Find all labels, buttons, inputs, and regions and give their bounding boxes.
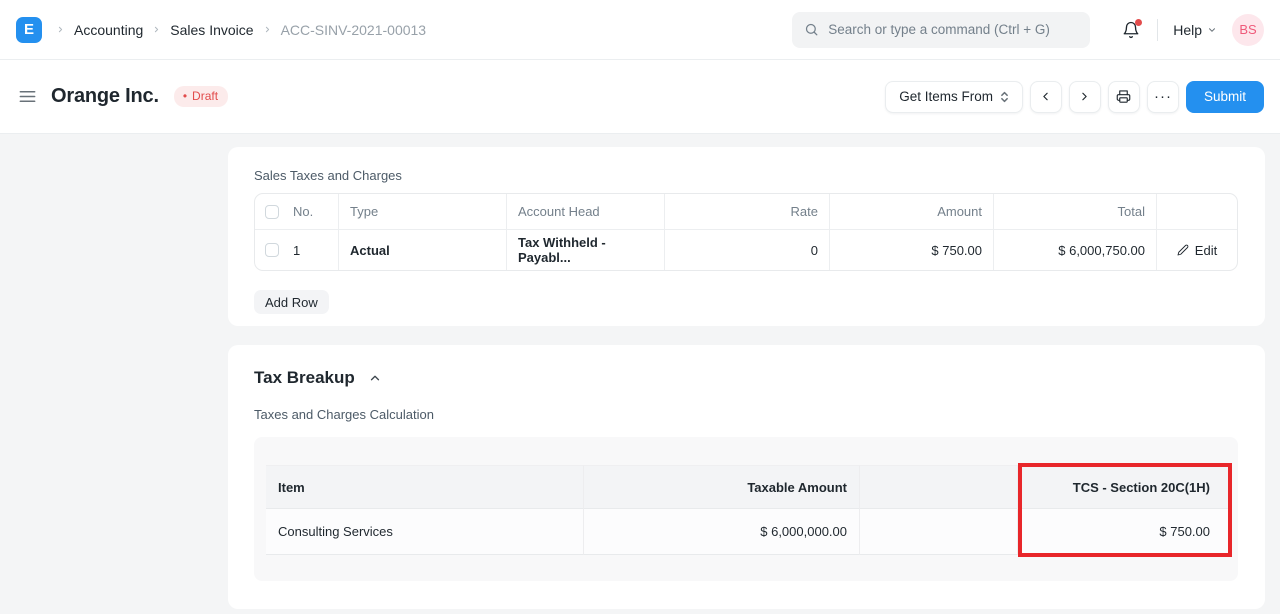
printer-icon — [1116, 89, 1131, 104]
chevron-left-icon — [1039, 90, 1052, 103]
col-no-label: No. — [293, 204, 313, 219]
sales-taxes-card: Sales Taxes and Charges No. Type Account… — [228, 147, 1265, 326]
chevron-right-icon — [1078, 90, 1091, 103]
sales-taxes-label: Sales Taxes and Charges — [254, 168, 1238, 183]
breadcrumb-current-doc: ACC-SINV-2021-00013 — [281, 22, 427, 38]
breakup-row-taxable-amount: $ 6,000,000.00 — [584, 509, 860, 555]
breadcrumb: Accounting Sales Invoice ACC-SINV-2021-0… — [56, 22, 426, 38]
submit-button[interactable]: Submit — [1186, 81, 1264, 113]
help-menu[interactable]: Help — [1173, 22, 1217, 38]
breakup-col-empty — [860, 465, 1018, 509]
col-total: Total — [994, 194, 1157, 230]
select-all-checkbox[interactable] — [265, 205, 279, 219]
tax-row-type[interactable]: Actual — [339, 230, 507, 270]
search-icon — [804, 22, 819, 37]
page-actions: Get Items From ··· Submit — [885, 81, 1264, 113]
search-input[interactable] — [828, 22, 1078, 37]
col-account-head: Account Head — [507, 194, 665, 230]
print-button[interactable] — [1108, 81, 1140, 113]
tax-row-account-head[interactable]: Tax Withheld - Payabl... — [507, 230, 665, 270]
page-title: Orange Inc. — [51, 85, 159, 108]
tax-breakup-title: Tax Breakup — [254, 368, 355, 388]
help-label: Help — [1173, 22, 1202, 38]
chevron-down-icon — [1207, 25, 1217, 35]
navbar-divider — [1157, 19, 1158, 41]
user-avatar[interactable]: BS — [1232, 14, 1264, 46]
page-header: Orange Inc. • Draft Get Items From — [0, 60, 1280, 134]
tax-breakup-header[interactable]: Tax Breakup — [254, 368, 1238, 388]
col-rate: Rate — [665, 194, 830, 230]
sales-taxes-table: No. Type Account Head Rate Amount Total … — [254, 193, 1238, 271]
col-edit-spacer — [1157, 194, 1237, 230]
chevron-up-icon — [368, 371, 382, 385]
tax-breakup-table-container: Item Taxable Amount TCS - Section 20C(1H… — [254, 437, 1238, 581]
chevron-right-icon — [56, 25, 65, 34]
breakup-col-taxable-amount: Taxable Amount — [584, 465, 860, 509]
tax-breakup-subtitle: Taxes and Charges Calculation — [254, 407, 1238, 422]
status-label: Draft — [192, 89, 218, 103]
main-content: Sales Taxes and Charges No. Type Account… — [0, 134, 1280, 614]
breadcrumb-accounting[interactable]: Accounting — [74, 22, 143, 38]
breakup-col-item: Item — [266, 465, 584, 509]
edit-row-button[interactable]: Edit — [1157, 230, 1237, 270]
breakup-row-item: Consulting Services — [266, 509, 584, 555]
tax-row-amount[interactable]: $ 750.00 — [830, 230, 994, 270]
global-search[interactable] — [792, 12, 1090, 48]
status-badge: • Draft — [174, 86, 228, 107]
ellipsis-icon: ··· — [1154, 89, 1172, 104]
edit-label: Edit — [1195, 243, 1217, 258]
row-checkbox[interactable] — [265, 243, 279, 257]
notifications-bell-icon[interactable] — [1120, 19, 1142, 41]
col-amount: Amount — [830, 194, 994, 230]
tax-row-select: 1 — [255, 230, 339, 270]
breadcrumb-sales-invoice[interactable]: Sales Invoice — [170, 22, 253, 38]
breakup-row-empty — [860, 509, 1018, 555]
status-bullet: • — [183, 89, 187, 103]
breakup-col-tcs: TCS - Section 20C(1H) — [1018, 465, 1228, 509]
sidebar-toggle-icon[interactable] — [16, 85, 39, 108]
notification-dot — [1135, 19, 1142, 26]
tax-row-total[interactable]: $ 6,000,750.00 — [994, 230, 1157, 270]
col-type: Type — [339, 194, 507, 230]
get-items-from-label: Get Items From — [899, 89, 993, 104]
chevron-right-icon — [152, 25, 161, 34]
add-row-button[interactable]: Add Row — [254, 290, 329, 314]
pencil-icon — [1177, 244, 1189, 256]
navbar-right-group: Help BS — [1120, 14, 1264, 46]
tax-row-rate[interactable]: 0 — [665, 230, 830, 270]
tax-breakup-card: Tax Breakup Taxes and Charges Calculatio… — [228, 345, 1265, 609]
chevron-right-icon — [263, 25, 272, 34]
app-logo[interactable]: E — [16, 17, 42, 43]
more-actions-button[interactable]: ··· — [1147, 81, 1179, 113]
next-document-button[interactable] — [1069, 81, 1101, 113]
breakup-row-tcs: $ 750.00 — [1018, 509, 1228, 555]
tax-breakup-table: Item Taxable Amount TCS - Section 20C(1H… — [266, 465, 1228, 555]
top-navbar: E Accounting Sales Invoice ACC-SINV-2021… — [0, 0, 1280, 60]
get-items-from-button[interactable]: Get Items From — [885, 81, 1023, 113]
taxes-header-select: No. — [255, 194, 339, 230]
prev-document-button[interactable] — [1030, 81, 1062, 113]
select-chevrons-icon — [1000, 90, 1009, 104]
row-index: 1 — [293, 243, 300, 258]
